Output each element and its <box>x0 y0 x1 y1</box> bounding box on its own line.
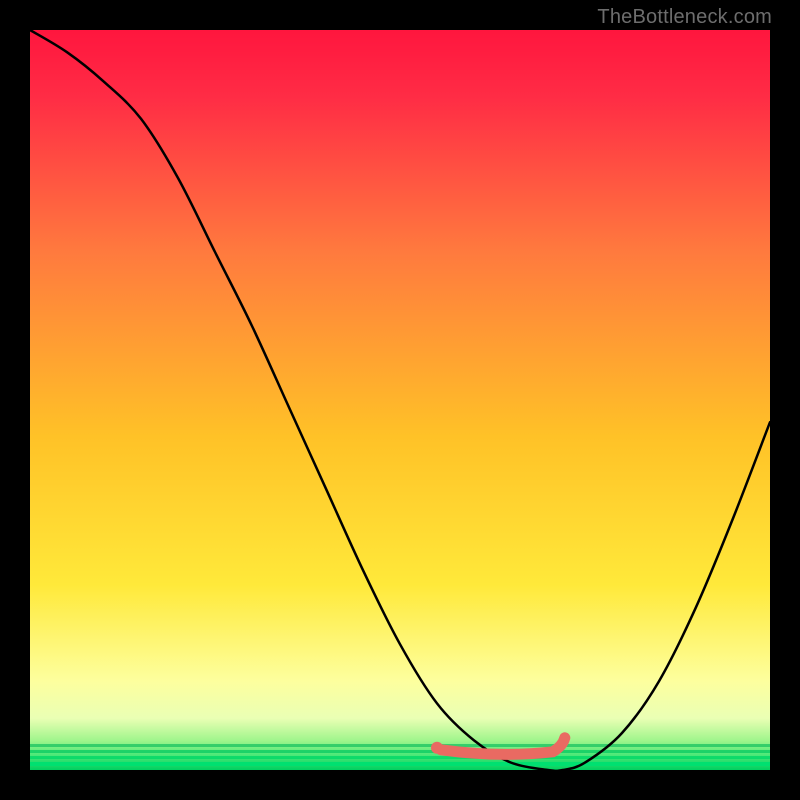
green-stripe-2 <box>30 750 770 753</box>
green-stripe-3 <box>30 756 770 759</box>
plot-area <box>30 30 770 770</box>
gradient-bg <box>30 30 770 770</box>
plot-svg <box>30 30 770 770</box>
green-stripe-4 <box>30 762 770 766</box>
chart-frame: TheBottleneck.com <box>0 0 800 800</box>
green-stripe-1 <box>30 744 770 747</box>
watermark-text: TheBottleneck.com <box>597 6 772 29</box>
